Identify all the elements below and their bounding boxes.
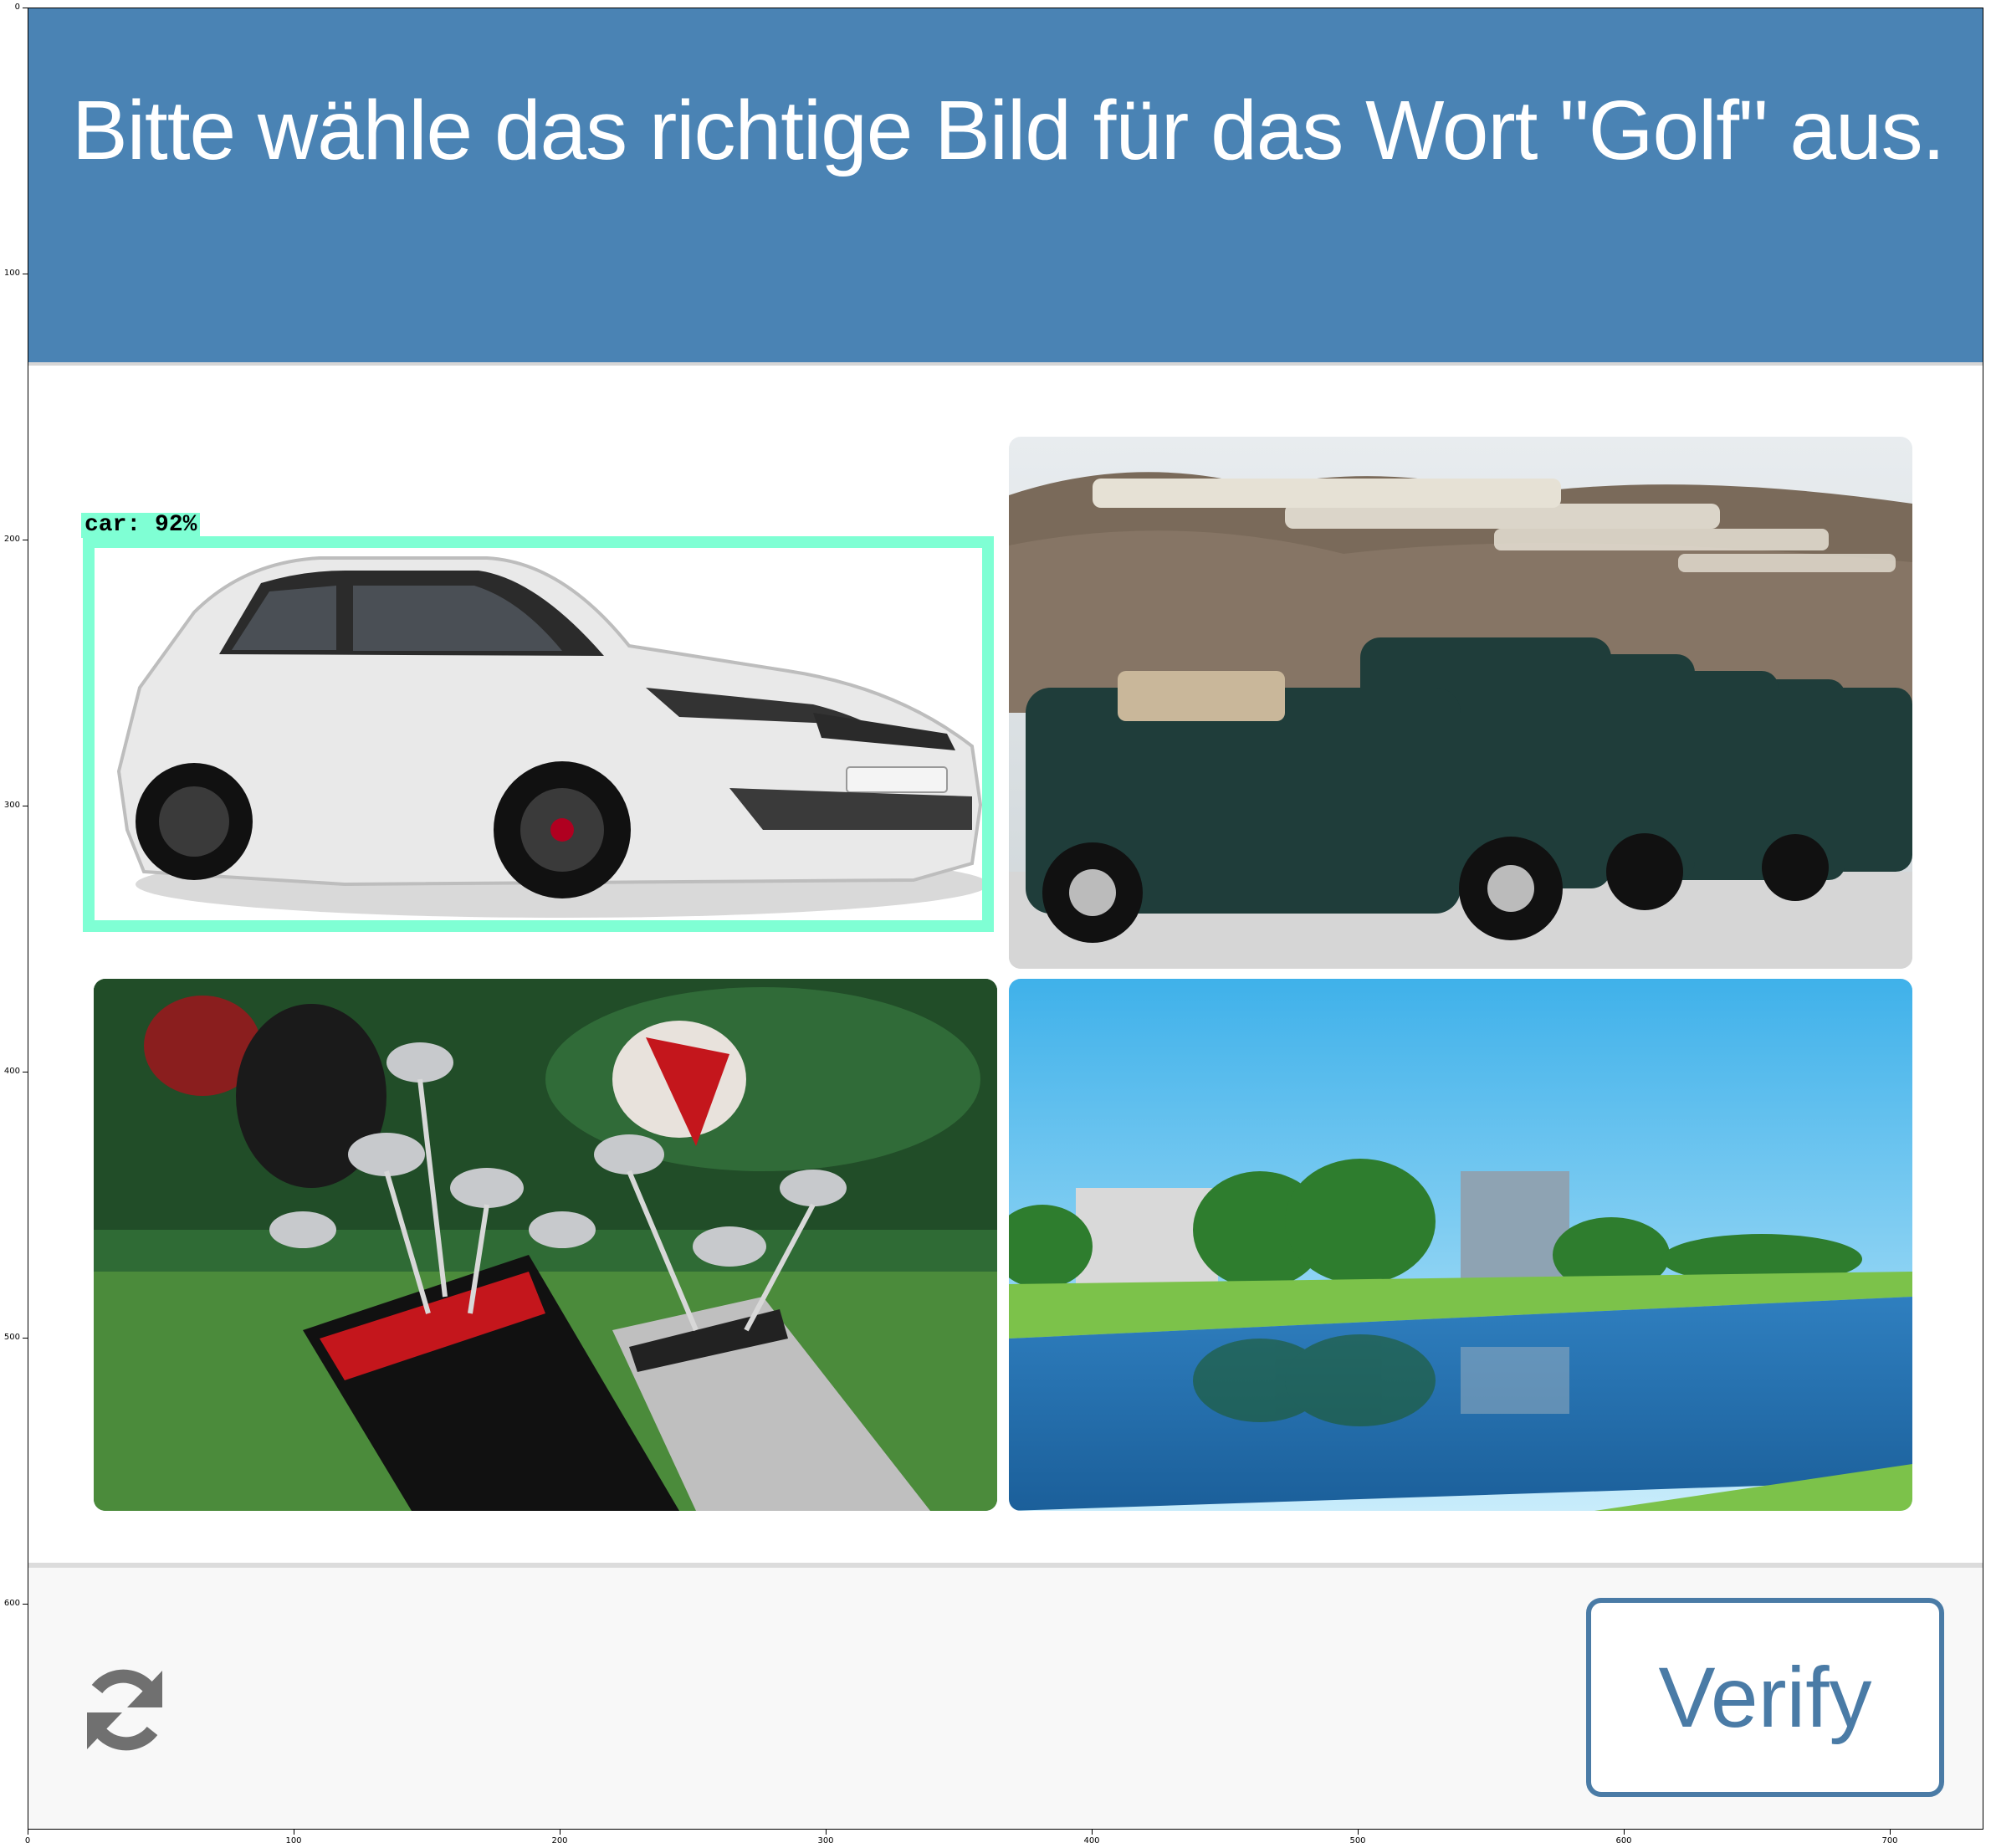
image-tile-golf-carts[interactable]: [1009, 437, 1912, 969]
x-tick: [1358, 1830, 1359, 1835]
x-tick-label: 700: [1881, 1836, 1898, 1845]
x-tick: [1890, 1830, 1891, 1835]
image-tile-golf-course[interactable]: [1009, 979, 1912, 1511]
x-tick-label: 100: [285, 1836, 302, 1845]
car-image: [94, 437, 997, 969]
x-tick-label: 600: [1615, 1836, 1632, 1845]
refresh-icon: [87, 1669, 162, 1751]
y-tick-label: 200: [3, 535, 20, 544]
captcha-header: Bitte wähle das richtige Bild für das Wo…: [28, 8, 1983, 366]
captcha-widget: Bitte wähle das richtige Bild für das Wo…: [28, 8, 1983, 1830]
y-tick-label: 400: [3, 1067, 20, 1076]
captcha-footer: Verify: [28, 1563, 1983, 1829]
y-tick-label: 0: [14, 3, 20, 12]
x-tick: [826, 1830, 827, 1835]
x-tick-label: 200: [551, 1836, 568, 1845]
verify-button[interactable]: Verify: [1586, 1598, 1944, 1797]
y-tick-label: 600: [3, 1599, 20, 1608]
golf-course-image: [1009, 979, 1912, 1511]
x-tick-label: 300: [817, 1836, 834, 1845]
golf-carts-image: [1009, 437, 1912, 969]
x-tick: [1092, 1830, 1093, 1835]
x-tick: [1624, 1830, 1625, 1835]
golf-bags-image: [94, 979, 997, 1511]
y-tick-label: 100: [3, 269, 20, 278]
x-tick-label: 400: [1083, 1836, 1100, 1845]
instruction-text: Bitte wähle das richtige Bild für das Wo…: [72, 84, 1945, 177]
refresh-button[interactable]: [79, 1664, 171, 1756]
y-tick-label: 300: [3, 801, 20, 810]
detection-label: car: 92%: [81, 513, 201, 538]
x-tick-label: 500: [1349, 1836, 1366, 1845]
y-tick-label: 500: [3, 1333, 20, 1342]
image-tile-car[interactable]: [94, 437, 997, 969]
image-tile-golf-bags[interactable]: [94, 979, 997, 1511]
x-tick-label: 0: [24, 1836, 31, 1845]
